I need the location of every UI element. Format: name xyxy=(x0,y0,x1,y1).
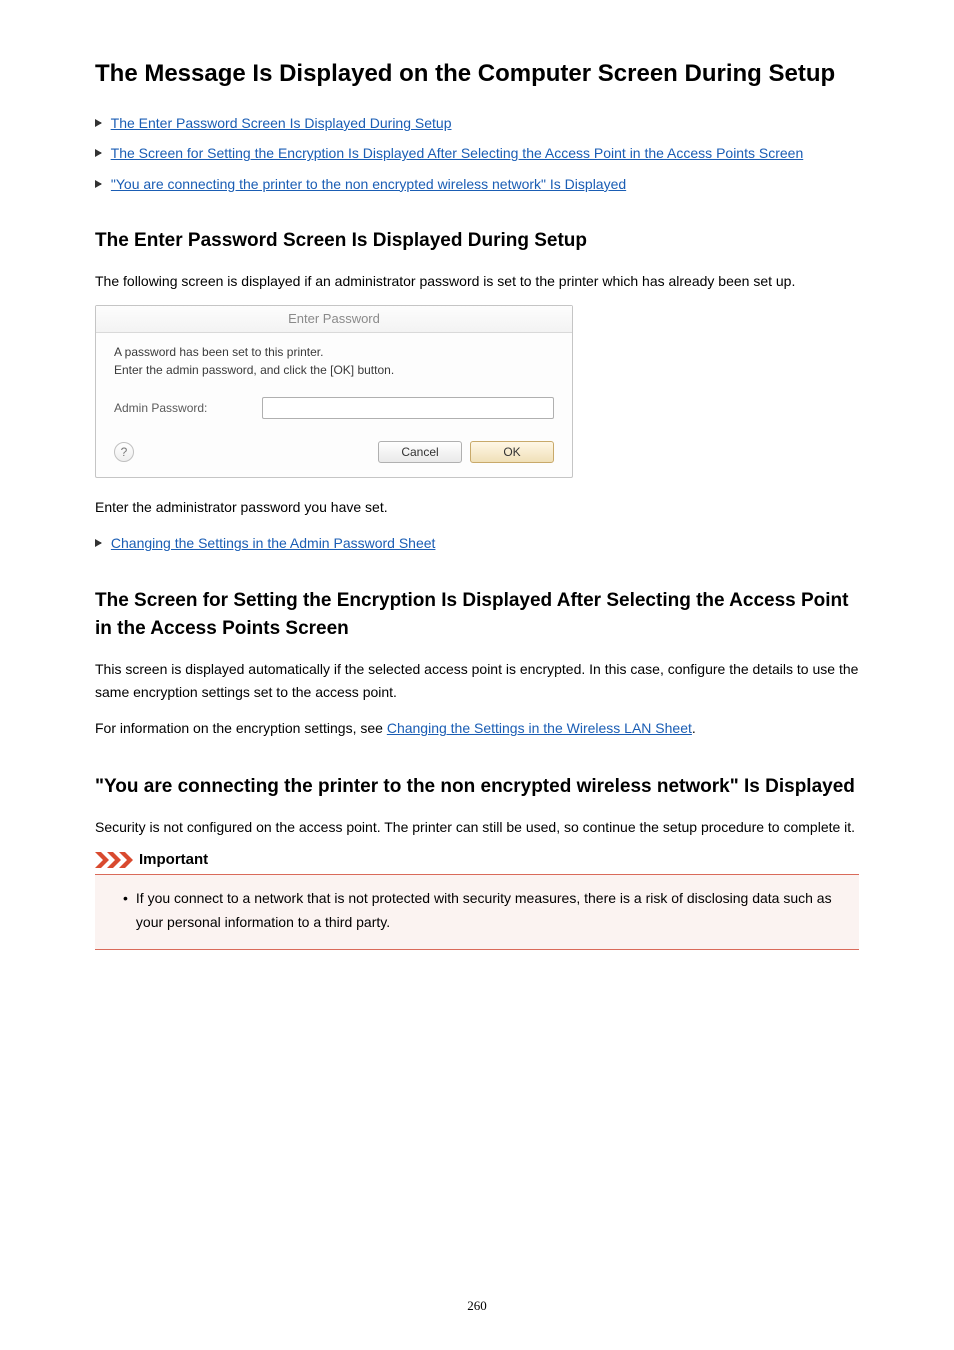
section2-p2: For information on the encryption settin… xyxy=(95,717,859,741)
section1-p1: The following screen is displayed if an … xyxy=(95,270,859,294)
dialog-line2: Enter the admin password, and click the … xyxy=(114,361,554,379)
section1-related-link: Changing the Settings in the Admin Passw… xyxy=(95,532,859,554)
section1-p2: Enter the administrator password you hav… xyxy=(95,496,859,520)
important-text: If you connect to a network that is not … xyxy=(136,887,845,935)
important-chevrons-icon xyxy=(95,852,133,868)
admin-password-label: Admin Password: xyxy=(114,401,226,415)
section3-heading: "You are connecting the printer to the n… xyxy=(95,773,859,802)
dialog-instructions: A password has been set to this printer.… xyxy=(114,343,554,379)
page-number: 260 xyxy=(0,1298,954,1314)
admin-password-input[interactable] xyxy=(262,397,554,419)
important-header: Important xyxy=(95,851,859,868)
arrow-right-icon xyxy=(95,148,105,158)
section2-heading: The Screen for Setting the Encryption Is… xyxy=(95,587,859,644)
toc-link-3: "You are connecting the printer to the n… xyxy=(95,173,859,195)
dialog-line1: A password has been set to this printer. xyxy=(114,343,554,361)
important-box: • If you connect to a network that is no… xyxy=(95,874,859,950)
section2-p2-prefix: For information on the encryption settin… xyxy=(95,720,387,736)
arrow-right-icon xyxy=(95,179,105,189)
dialog-title: Enter Password xyxy=(96,306,572,333)
enter-password-dialog: Enter Password A password has been set t… xyxy=(95,305,859,478)
help-icon[interactable]: ? xyxy=(114,442,134,462)
toc-link-1: The Enter Password Screen Is Displayed D… xyxy=(95,112,859,134)
arrow-right-icon xyxy=(95,118,105,128)
section3-p1: Security is not configured on the access… xyxy=(95,816,859,840)
bullet-icon: • xyxy=(123,887,128,935)
cancel-button[interactable]: Cancel xyxy=(378,441,462,463)
section2-p2-suffix: . xyxy=(692,720,696,736)
link-wireless-lan-sheet[interactable]: Changing the Settings in the Wireless LA… xyxy=(387,720,692,736)
page-title: The Message Is Displayed on the Computer… xyxy=(95,60,859,88)
arrow-right-icon xyxy=(95,538,105,548)
toc-link-2: The Screen for Setting the Encryption Is… xyxy=(95,142,859,164)
section2-p1: This screen is displayed automatically i… xyxy=(95,658,859,706)
section1-heading: The Enter Password Screen Is Displayed D… xyxy=(95,227,859,256)
link-enter-password[interactable]: The Enter Password Screen Is Displayed D… xyxy=(111,115,452,131)
important-label: Important xyxy=(139,851,208,868)
link-admin-password-sheet[interactable]: Changing the Settings in the Admin Passw… xyxy=(111,535,436,551)
link-non-encrypted[interactable]: "You are connecting the printer to the n… xyxy=(111,176,626,192)
link-encryption-screen[interactable]: The Screen for Setting the Encryption Is… xyxy=(111,145,804,161)
ok-button[interactable]: OK xyxy=(470,441,554,463)
